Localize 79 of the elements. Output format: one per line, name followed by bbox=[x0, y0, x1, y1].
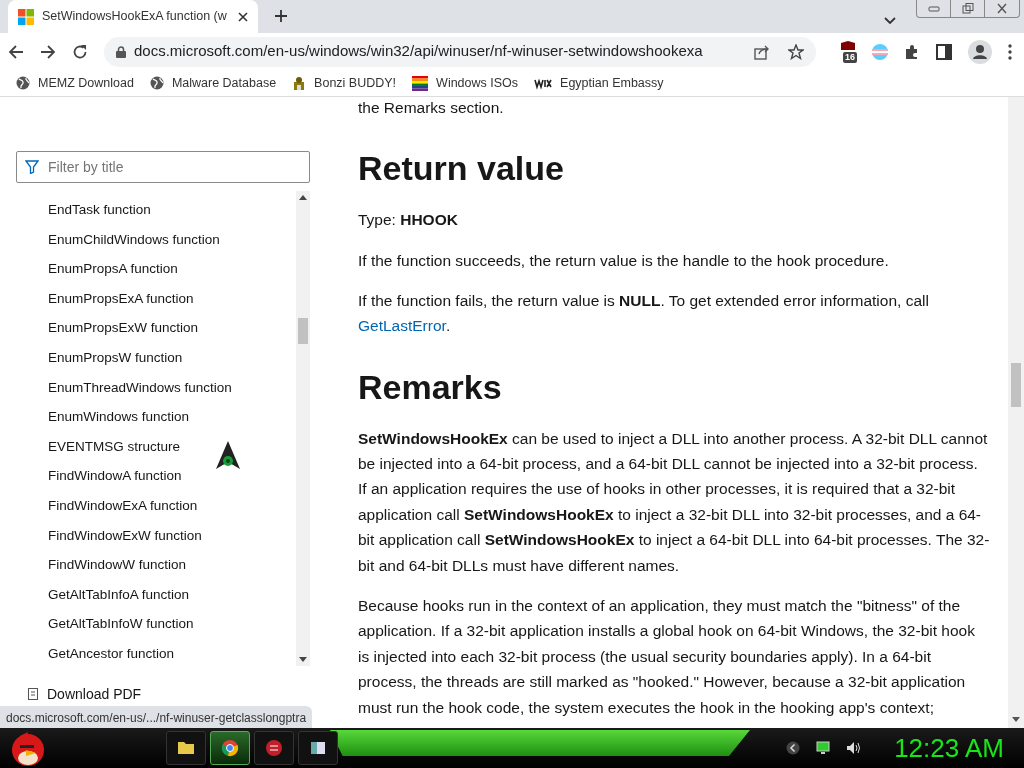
figure-icon bbox=[292, 75, 307, 91]
new-tab-icon[interactable] bbox=[274, 9, 288, 23]
status-url: docs.microsoft.com/en-us/.../nf-winuser-getclasslongptra bbox=[0, 706, 313, 728]
toc-link[interactable]: EnumPropsExW function bbox=[16, 313, 296, 343]
paragraph: Type: HHOOK bbox=[358, 210, 459, 231]
bookmark[interactable]: MEMZ Download bbox=[16, 73, 134, 93]
toc-link[interactable]: FindWindowExW function bbox=[16, 520, 296, 551]
filter-field[interactable]: Filter by title bbox=[16, 151, 310, 183]
taskbar-button[interactable] bbox=[298, 731, 338, 765]
rainbow-flag-icon bbox=[412, 75, 429, 91]
toc-link[interactable]: EnumThreadWindows function bbox=[16, 372, 296, 403]
filter-icon bbox=[25, 160, 39, 174]
section-heading: Remarks bbox=[358, 366, 503, 408]
link[interactable]: GetLastError bbox=[358, 317, 446, 335]
scrollbar-thumb[interactable] bbox=[298, 318, 308, 344]
url-text: docs.microsoft.com/en-us/windows/win32/api/winuser/nf-winuser-setwindowshookexa bbox=[134, 41, 704, 62]
toc-link[interactable]: EnumPropsA function bbox=[16, 254, 296, 284]
profile-icon[interactable] bbox=[968, 39, 992, 64]
scroll-down-icon[interactable] bbox=[299, 657, 307, 662]
extension-badge: 16 bbox=[843, 51, 857, 63]
scrollbar-thumb[interactable] bbox=[1011, 363, 1021, 407]
taskbar-button[interactable] bbox=[254, 731, 294, 765]
globe-icon bbox=[16, 75, 30, 91]
paragraph: the Remarks section. bbox=[358, 98, 505, 118]
chevron-down-icon[interactable] bbox=[884, 17, 896, 25]
scroll-down-icon[interactable] bbox=[1012, 717, 1020, 722]
menu-icon[interactable] bbox=[1008, 43, 1012, 60]
toc-link[interactable]: EndTask function bbox=[16, 195, 296, 225]
star-icon[interactable] bbox=[788, 43, 804, 60]
toc-link[interactable]: GetAncestor function bbox=[16, 638, 296, 666]
browser-tab[interactable]: SetWindowsHookExA function (w bbox=[8, 0, 258, 33]
chevron-left-icon[interactable] bbox=[786, 741, 801, 755]
page-scrollbar[interactable] bbox=[1008, 97, 1024, 728]
paragraph: If the function fails, the return value is NULL. To get extended error information, call GetLastError. bbox=[358, 291, 930, 337]
scroll-up-icon[interactable] bbox=[299, 195, 307, 200]
speaker-icon[interactable] bbox=[846, 741, 863, 755]
taskbar-button[interactable] bbox=[166, 731, 206, 765]
tab-title: SetWindowsHookExA function (w bbox=[42, 8, 228, 26]
bookmark[interactable]: Windows ISOs bbox=[412, 73, 519, 93]
paragraph: If the function succeeds, the return value is the handle to the hook procedure. bbox=[358, 250, 890, 271]
toc-link[interactable]: EnumPropsExA function bbox=[16, 283, 296, 314]
scrollbar[interactable] bbox=[296, 191, 310, 666]
side-panel-icon[interactable] bbox=[936, 43, 952, 60]
toc-link[interactable]: GetAltTabInfoA function bbox=[16, 579, 296, 610]
paragraph: SetWindowsHookEx can be used to inject a DLL into another process. A 32-bit DLL cannot be injected into a 64-bit process, and a 64-bit DLL cannot be injected into a 32-bit process. If an application requires the use of hooks in other processes, it is required that a 32-bit application call SetWindowsHookEx to inject a 32-bit DLL into 32-bit processes, and a 64-bit application call SetWindowsHookEx to inject a 64-bit DLL into 64-bit processes. The 32-bit and 64-bit DLLs must have different names. bbox=[358, 428, 990, 576]
windows-logo-icon bbox=[18, 8, 34, 25]
toc-link[interactable]: EnumPropsW function bbox=[16, 342, 296, 373]
download-pdf-link[interactable]: Download PDF bbox=[28, 684, 142, 705]
forward-icon[interactable] bbox=[40, 43, 56, 60]
toc-link[interactable]: GetAltTabInfoW function bbox=[16, 609, 296, 639]
lock-icon bbox=[116, 45, 126, 58]
taskbar-button[interactable] bbox=[210, 731, 250, 765]
share-icon[interactable] bbox=[754, 43, 770, 60]
globe-icon bbox=[149, 75, 164, 91]
close-icon[interactable] bbox=[996, 3, 1008, 14]
address-bar[interactable]: docs.microsoft.com/en-us/windows/win32/api/winuser/nf-winuser-setwindowshookexa bbox=[104, 36, 816, 67]
document-icon bbox=[28, 688, 39, 701]
bookmark[interactable]: Bonzi BUDDY! bbox=[292, 73, 397, 93]
paragraph: Because hooks run in the context of an application, they must match the "bitness" of the application. If a 32-bit application installs a global hook on 64-bit Windows, the 32-bit hook is injected into each 32-bit process (the usual security boundaries apply). In a 64-bit process, the threads are still marked as "hooked." However, because a 32-bit application must run the hook code, the system executes the hook in the hooking app's context; bbox=[358, 596, 976, 718]
section-heading: Return value bbox=[358, 148, 565, 190]
toc-link[interactable]: EnumChildWindows function bbox=[16, 224, 296, 255]
reload-icon[interactable] bbox=[72, 43, 88, 60]
app-logo-icon bbox=[264, 738, 284, 758]
puzzle-icon[interactable] bbox=[904, 43, 920, 60]
toc-link[interactable]: FindWindowA function bbox=[16, 461, 296, 491]
mouse-cursor-icon bbox=[213, 440, 243, 470]
close-icon[interactable] bbox=[238, 11, 248, 22]
toc-link[interactable]: EVENTMSG structure bbox=[16, 431, 296, 462]
bookmark[interactable]: Egyptian Embassy bbox=[534, 73, 664, 93]
clock[interactable]: 12:23 AM bbox=[894, 728, 1004, 768]
toc-link[interactable]: FindWindowW function bbox=[16, 550, 296, 580]
minimize-icon[interactable] bbox=[927, 3, 940, 14]
bookmark[interactable]: Malware Database bbox=[149, 73, 277, 93]
restore-icon[interactable] bbox=[961, 3, 974, 14]
chrome-icon bbox=[220, 738, 240, 758]
monitor-icon[interactable] bbox=[816, 741, 831, 755]
toc-link[interactable]: FindWindowExA function bbox=[16, 490, 296, 521]
toc-link[interactable]: EnumWindows function bbox=[16, 402, 296, 432]
back-icon[interactable] bbox=[8, 43, 24, 60]
